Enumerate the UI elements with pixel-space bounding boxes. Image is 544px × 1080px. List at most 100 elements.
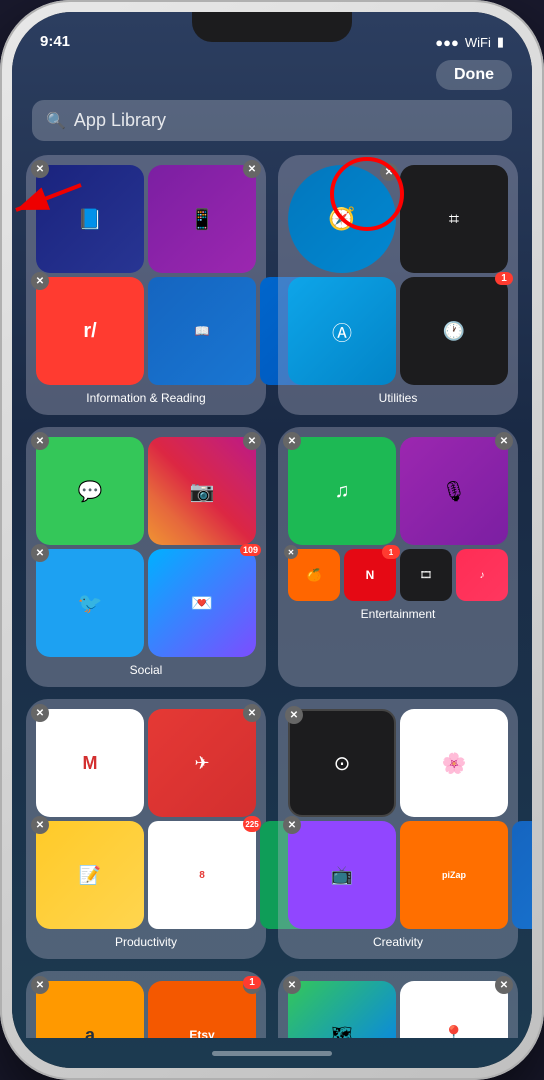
app-icon: ⌗	[449, 209, 459, 230]
app-notes[interactable]: ✕ 📝	[36, 821, 144, 929]
folder-top-row: ✕ 🧭 ⌗	[288, 165, 508, 273]
close-badge[interactable]: ✕	[285, 706, 303, 724]
folder-bottom-row: Ⓐ 1 🕐	[288, 277, 508, 385]
app-clock[interactable]: 1 🕐	[400, 277, 508, 385]
app-icon: 🕐	[443, 321, 465, 342]
app-camera[interactable]: ✕ ⊙	[288, 709, 396, 817]
app-twitch[interactable]: ✕ 📺	[288, 821, 396, 929]
close-badge[interactable]: ✕	[31, 816, 49, 834]
folder-top-row: ✕ ♫ ✕ 🎙	[288, 437, 508, 545]
folder-content: ✕ 🧭 ⌗ Ⓐ	[288, 165, 508, 385]
app-icon: 🐦	[78, 591, 103, 616]
folder-top-row: ✕ M ✕ ✈	[36, 709, 256, 817]
app-unknown-purple[interactable]: ✕ 📱	[148, 165, 256, 273]
folder-label-social: Social	[36, 663, 256, 677]
close-badge-right[interactable]: ✕	[243, 432, 261, 450]
grid-row-2: ✕ 💬 ✕ 📷 ✕	[26, 427, 518, 687]
close-badge[interactable]: ✕	[31, 160, 49, 178]
app-icon: piZap	[442, 870, 466, 880]
app-spotify[interactable]: ✕ ♫	[288, 437, 396, 545]
app-amazon[interactable]: ✕ a	[36, 981, 144, 1038]
close-badge[interactable]: ✕	[31, 704, 49, 722]
app-gmaps[interactable]: ✕ 📍	[400, 981, 508, 1038]
done-button[interactable]: Done	[436, 60, 512, 90]
app-crunchyroll[interactable]: ✕ 🍊	[288, 549, 340, 601]
app-calculator[interactable]: ⌗	[400, 165, 508, 273]
folder-content: ✕ 💬 ✕ 📷 ✕	[36, 437, 256, 657]
folder-content: ✕ 📘 ✕ 📱	[36, 165, 256, 385]
done-button-container: Done	[12, 56, 532, 90]
notification-badge: 1	[382, 545, 400, 559]
close-badge-right[interactable]: ✕	[243, 160, 261, 178]
entertainment-folder[interactable]: ✕ ♫ ✕ 🎙	[278, 427, 518, 687]
notification-badge: 225	[243, 816, 261, 832]
travel-folder[interactable]: ✕ 🗺 ✕ 📍 ✕	[278, 971, 518, 1038]
app-maps-apple[interactable]: ✕ 🗺	[288, 981, 396, 1038]
close-badge-right[interactable]: ✕	[380, 163, 398, 181]
app-calendar[interactable]: 225 8	[148, 821, 256, 929]
search-bar[interactable]: 🔍 App Library	[32, 100, 512, 141]
app-photos[interactable]: 🌸	[400, 709, 508, 817]
close-badge[interactable]: ✕	[31, 544, 49, 562]
notification-badge: 109	[240, 544, 261, 556]
shopping-folder[interactable]: ✕ a ✕ 1 Etsy	[26, 971, 266, 1038]
app-library-grid: ✕ 📘 ✕ 📱	[12, 155, 532, 1038]
app-music[interactable]: ♪	[456, 549, 508, 601]
app-instagram[interactable]: ✕ 📷	[148, 437, 256, 545]
app-icon: 🧭	[328, 206, 355, 232]
close-badge[interactable]: ✕	[283, 976, 301, 994]
app-appstore[interactable]: Ⓐ	[288, 277, 396, 385]
app-icon: 📱	[190, 207, 215, 232]
app-icon: 📷	[190, 479, 215, 504]
close-badge-right[interactable]: ✕	[495, 432, 513, 450]
creativity-folder[interactable]: ✕ ⊙ 🌸 ✕ 📺	[278, 699, 518, 959]
app-airmail[interactable]: ✕ ✈	[148, 709, 256, 817]
app-icon: 📺	[331, 865, 353, 886]
folder-label-utilities: Utilities	[288, 391, 508, 405]
app-messenger[interactable]: 109 💌	[148, 549, 256, 657]
grid-row-3: ✕ M ✕ ✈ ✕ 📝	[26, 699, 518, 959]
close-badge-right[interactable]: ✕	[495, 976, 513, 994]
utilities-folder[interactable]: ✕ 🧭 ⌗ Ⓐ	[278, 155, 518, 415]
app-letterboxd[interactable]: 🎞	[400, 549, 452, 601]
close-badge[interactable]: ✕	[283, 816, 301, 834]
app-icon: 🗺	[331, 1025, 354, 1039]
app-safari[interactable]: ✕ 🧭	[288, 165, 396, 273]
information-reading-folder[interactable]: ✕ 📘 ✕ 📱	[26, 155, 266, 415]
phone-frame: 9:41 ●●● WiFi ▮ Done 🔍 App Library	[0, 0, 544, 1080]
app-photo-edit[interactable]: 🖼	[512, 821, 532, 929]
folder-top-row: ✕ ⊙ 🌸	[288, 709, 508, 817]
app-icon: 8	[199, 870, 205, 881]
app-pizap[interactable]: piZap	[400, 821, 508, 929]
folder-bottom-row: ✕ 📺 piZap 🖼	[288, 821, 508, 929]
productivity-folder[interactable]: ✕ M ✕ ✈ ✕ 📝	[26, 699, 266, 959]
folder-content: ✕ ♫ ✕ 🎙	[288, 437, 508, 601]
close-badge[interactable]: ✕	[283, 432, 301, 450]
folder-label-info-reading: Information & Reading	[36, 391, 256, 405]
app-icon: M	[83, 753, 98, 774]
app-reddit[interactable]: ✕ r/	[36, 277, 144, 385]
app-twitter[interactable]: ✕ 🐦	[36, 549, 144, 657]
app-unknown-blue[interactable]: ✕ 📘	[36, 165, 144, 273]
search-icon: 🔍	[46, 111, 66, 131]
app-podcasts[interactable]: ✕ 🎙	[400, 437, 508, 545]
close-badge[interactable]: ✕	[31, 432, 49, 450]
signal-icon: ●●●	[435, 35, 459, 50]
phone-screen: 9:41 ●●● WiFi ▮ Done 🔍 App Library	[12, 12, 532, 1068]
app-etsy[interactable]: ✕ 1 Etsy	[148, 981, 256, 1038]
app-gmail[interactable]: ✕ M	[36, 709, 144, 817]
close-badge[interactable]: ✕	[31, 976, 49, 994]
close-badge-right[interactable]: ✕	[243, 704, 261, 722]
folder-content: ✕ ⊙ 🌸 ✕ 📺	[288, 709, 508, 929]
grid-row-4: ✕ a ✕ 1 Etsy	[26, 971, 518, 1038]
app-netflix[interactable]: 1 N	[344, 549, 396, 601]
app-icon: ✈	[194, 753, 209, 774]
close-badge[interactable]: ✕	[31, 272, 49, 290]
close-badge[interactable]: ✕	[284, 545, 298, 559]
app-icon: 🌸	[442, 751, 467, 776]
app-readability[interactable]: 📖	[148, 277, 256, 385]
social-folder[interactable]: ✕ 💬 ✕ 📷 ✕	[26, 427, 266, 687]
app-messages[interactable]: ✕ 💬	[36, 437, 144, 545]
folder-bottom-row: ✕ 📝 225 8 📊	[36, 821, 256, 929]
app-icon: ♫	[335, 480, 350, 503]
